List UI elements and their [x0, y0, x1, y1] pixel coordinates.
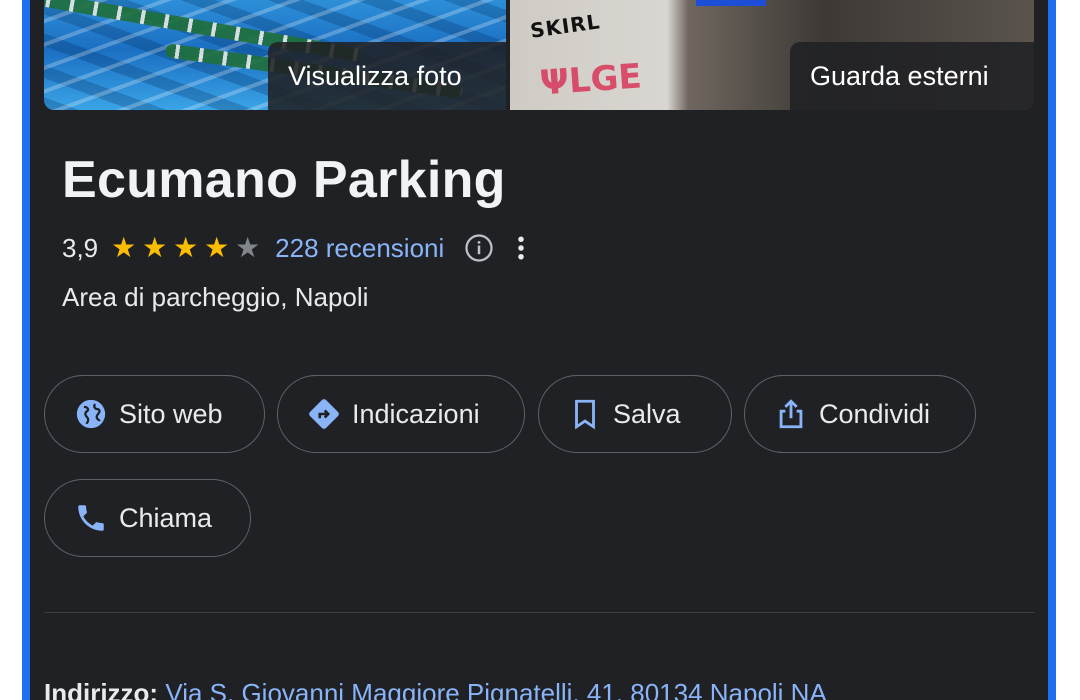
directions-button[interactable]: Indicazioni	[277, 375, 525, 453]
address-row: Indirizzo: Via S. Giovanni Maggiore Pign…	[44, 678, 827, 700]
star-icon: ★	[111, 232, 137, 263]
rating-value: 3,9	[62, 232, 99, 263]
info-icon[interactable]	[464, 233, 494, 263]
view-exterior-button[interactable]: Guarda esterni	[790, 42, 1034, 110]
star-icon: ★	[142, 232, 168, 263]
place-category: Area di parcheggio, Napoli	[62, 282, 369, 312]
address-link[interactable]: Via S. Giovanni Maggiore Pignatelli, 41,…	[165, 678, 826, 700]
exterior-thumbnail[interactable]: SKIRL ΨLGE Guarda esterni	[510, 0, 1034, 110]
more-vert-icon[interactable]	[516, 233, 526, 263]
save-button[interactable]: Salva	[538, 375, 732, 453]
reviews-link[interactable]: 228 recensioni	[275, 233, 444, 264]
phone-icon	[73, 500, 109, 536]
star-icon: ★	[204, 232, 230, 263]
garage-sign	[696, 0, 766, 6]
save-label: Salva	[613, 398, 681, 429]
graffiti-image: SKIRL	[528, 9, 602, 43]
section-divider	[44, 612, 1034, 613]
photos-thumbnail[interactable]: Visualizza foto	[44, 0, 506, 110]
star-icon: ★	[235, 232, 261, 263]
view-photos-button[interactable]: Visualizza foto	[268, 42, 506, 110]
star-icon: ★	[173, 232, 199, 263]
bookmark-icon	[567, 396, 603, 432]
place-title: Ecumano Parking	[62, 151, 506, 209]
website-label: Sito web	[119, 398, 223, 429]
share-label: Condividi	[819, 398, 931, 429]
website-button[interactable]: Sito web	[44, 375, 265, 453]
share-button[interactable]: Condividi	[744, 375, 976, 453]
globe-icon	[73, 396, 109, 432]
star-rating: ★ ★ ★ ★ ★	[108, 234, 263, 262]
rating-row: 3,9 ★ ★ ★ ★ ★ 228 recensioni	[62, 228, 526, 268]
directions-icon	[306, 396, 342, 432]
call-button[interactable]: Chiama	[44, 479, 251, 557]
address-label: Indirizzo:	[44, 678, 159, 700]
graffiti-image: ΨLGE	[538, 56, 643, 104]
directions-label: Indicazioni	[352, 398, 480, 429]
call-label: Chiama	[119, 502, 213, 533]
place-panel: Visualizza foto SKIRL ΨLGE Guarda estern…	[30, 0, 1048, 700]
share-icon	[773, 396, 809, 432]
